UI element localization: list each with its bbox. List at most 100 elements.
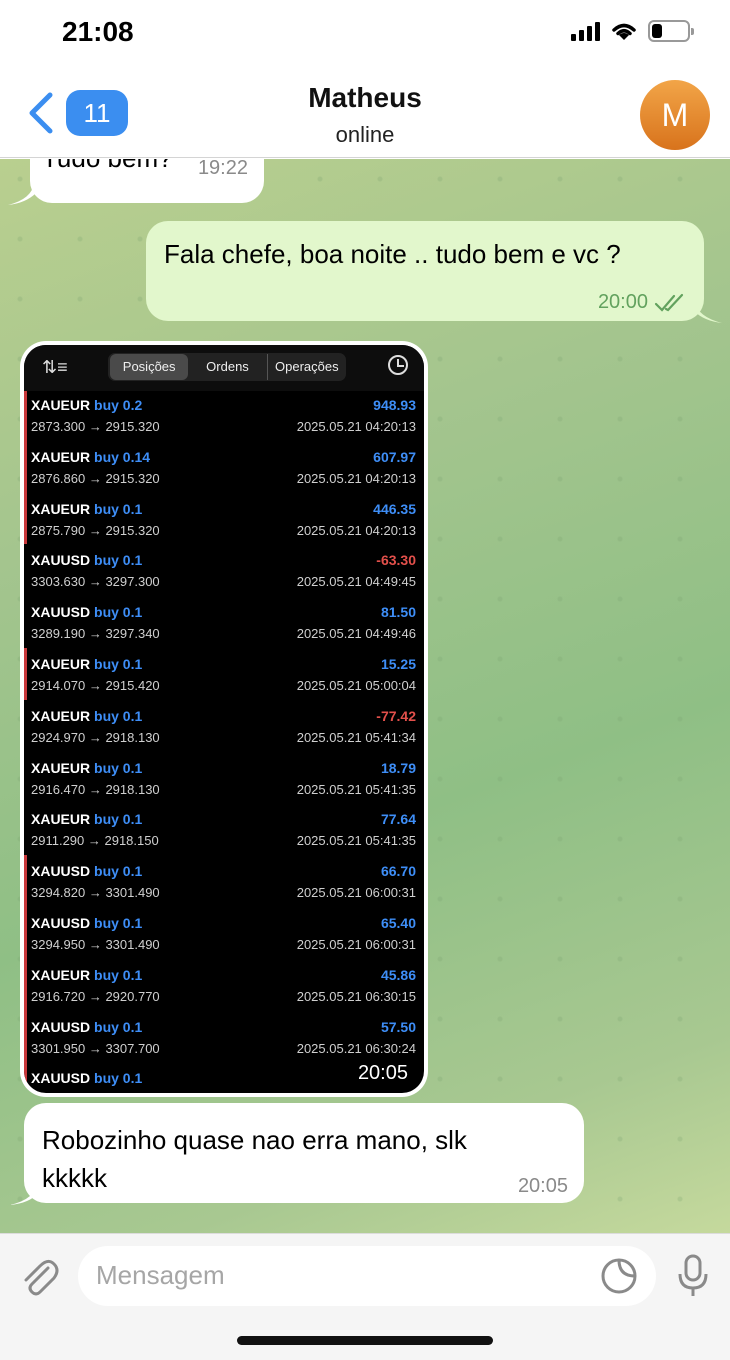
trade-side: buy 0.1 [90, 501, 142, 517]
trade-profit: 81.50 [380, 604, 416, 621]
microphone-icon[interactable] [676, 1252, 710, 1300]
trade-profit: -77.42 [376, 707, 416, 724]
symbol: XAUEUR [31, 811, 91, 828]
trade-prices: 3294.820 → 3301.490 [31, 885, 160, 901]
volume: 0.1 [122, 604, 143, 621]
trade-profit: 446.35 [373, 500, 416, 517]
signal-icon [571, 21, 600, 41]
trade-side: buy 0.14 [90, 449, 150, 465]
trade-row: XAUEUR buy 0.1 2916.470 → 2918.130 18.79 20… [24, 752, 424, 804]
chat-status: online [335, 122, 395, 147]
trade-profit: 65.40 [380, 914, 416, 931]
home-indicator [237, 1336, 493, 1345]
trade-side: buy 0.1 [90, 863, 142, 879]
symbol: XAUUSD [31, 914, 91, 931]
trade-prices: 2916.470 → 2918.130 [31, 781, 160, 797]
side: buy [94, 966, 119, 983]
tab-ordens: Ordens [206, 359, 249, 374]
volume: 0.1 [122, 1018, 143, 1035]
trade-prices: 2924.970 → 2918.130 [31, 729, 160, 745]
message-input-container[interactable] [78, 1246, 656, 1306]
symbol: XAUEUR [31, 759, 91, 776]
message-bubble-in[interactable]: Tudo bem? 19:22 [30, 159, 264, 203]
chat-area[interactable]: Tudo bem? 19:22 Fala chefe, boa noite ..… [0, 159, 730, 1233]
trade-time: 2025.05.21 06:30:15 [296, 988, 416, 1004]
trade-row: XAUUSD buy 0.1 3303.630 → 3297.300 -63.30 2… [24, 544, 424, 596]
message-input[interactable] [96, 1260, 566, 1291]
bubble-tail [10, 1181, 38, 1205]
image-time: 20:05 [357, 1062, 408, 1084]
volume: 0.14 [122, 448, 151, 465]
side: buy [94, 552, 119, 569]
trade-profit: 948.93 [373, 397, 416, 413]
clock-icon [388, 355, 408, 375]
symbol: XAUUSD [31, 863, 91, 880]
trade-side: buy 0.1 [90, 1019, 142, 1035]
volume: 0.1 [122, 500, 143, 517]
image-message[interactable]: XAUEUR buy 0.2 2873.300 → 2915.320 948.93 2… [20, 341, 428, 1097]
trade-row: XAUEUR buy 0.1 2911.290 → 2918.150 77.64 20… [24, 803, 424, 855]
trade-time: 2025.05.21 05:00:04 [296, 677, 416, 693]
chat-title[interactable]: Matheus [0, 82, 730, 114]
volume: 0.1 [122, 759, 143, 776]
side: buy [94, 604, 119, 621]
trade-symbol: XAUEUR buy 0.1 [31, 760, 142, 776]
symbol: XAUEUR [31, 966, 91, 983]
trade-prices: 2911.290 → 2918.150 [31, 833, 159, 849]
trade-profit: 15.25 [380, 655, 416, 672]
trade-prices: 3294.950 → 3301.490 [31, 936, 160, 952]
trade-row: XAUUSD buy 0.1 3294.820 → 3301.490 66.70 20… [24, 855, 424, 907]
trade-profit: 45.86 [380, 966, 416, 983]
symbol: XAUUSD [31, 1018, 91, 1035]
trade-symbol: XAUEUR buy 0.1 [31, 708, 142, 724]
volume: 0.1 [122, 655, 143, 672]
sticker-icon[interactable] [600, 1257, 638, 1295]
sort-icon: ⇅≡ [42, 357, 68, 377]
side: buy [94, 1018, 119, 1035]
trade-symbol: XAUUSD buy 0.1 [31, 863, 142, 879]
side: buy [94, 914, 119, 931]
side: buy [94, 500, 119, 517]
trade-symbol: XAUEUR buy 0.1 [31, 656, 142, 672]
trade-symbol: XAUEUR buy 0.1 [31, 811, 142, 827]
wifi-icon [612, 23, 636, 40]
message-time: 20:05 [517, 1175, 568, 1197]
trade-side: buy 0.1 [90, 967, 142, 983]
trade-time: 2025.05.21 06:00:31 [296, 885, 416, 901]
trade-side: buy 0.1 [90, 915, 142, 931]
trade-side: buy 0.2 [90, 397, 142, 413]
trade-prices: 2873.300 → 2915.320 [31, 419, 160, 434]
trade-row: XAUEUR buy 0.1 2914.070 → 2915.420 15.25 20… [24, 647, 424, 700]
trade-side: buy 0.1 [90, 552, 142, 568]
trade-prices: 2914.070 → 2915.420 [31, 677, 160, 693]
trade-profit: 18.79 [380, 759, 416, 776]
message-text: Fala chefe, boa noite .. tudo bem e vc ? [164, 239, 621, 269]
message-time: 19:22 [197, 159, 248, 179]
trade-time: 2025.05.21 05:41:34 [296, 729, 416, 745]
side: buy [94, 397, 119, 413]
trade-row: XAUUSD buy 0.1 3289.190 → 3297.340 81.50 20… [24, 596, 424, 648]
trade-prices: 3301.950 → 3307.700 [31, 1040, 160, 1056]
side: buy [94, 863, 119, 880]
message-bubble-in[interactable]: Robozinho quase nao erra mano, slk kkkkk… [24, 1103, 584, 1203]
symbol: XAUEUR [31, 500, 91, 517]
tab-posicoes: Posições [110, 354, 189, 380]
trade-time: 2025.05.21 04:20:13 [296, 419, 416, 434]
trade-row: XAUEUR buy 0.14 2876.860 → 2915.320 607.97… [24, 440, 424, 493]
trade-symbol: XAUEUR buy 0.14 [31, 449, 150, 465]
battery-level [652, 24, 662, 38]
trade-row: XAUEUR buy 0.1 2924.970 → 2918.130 -77.42 2… [24, 700, 424, 752]
message-bubble-out[interactable]: Fala chefe, boa noite .. tudo bem e vc ?… [146, 221, 704, 321]
status-icons [571, 20, 694, 42]
paperclip-icon[interactable] [18, 1256, 62, 1300]
trade-time: 2025.05.21 05:41:35 [296, 781, 416, 797]
avatar[interactable]: M [640, 80, 710, 150]
screenshot-toolbar: ⇅≡ Posições Ordens Operações [24, 345, 424, 391]
trade-profit: -63.30 [376, 552, 416, 569]
volume: 0.1 [122, 863, 143, 880]
symbol: XAUUSD [31, 552, 91, 569]
trade-symbol: XAUUSD buy 0.1 [31, 552, 142, 568]
trade-symbol: XAUEUR buy 0.1 [31, 501, 142, 517]
trade-side: buy 0.1 [90, 1070, 142, 1086]
trade-side: buy 0.1 [90, 760, 142, 776]
